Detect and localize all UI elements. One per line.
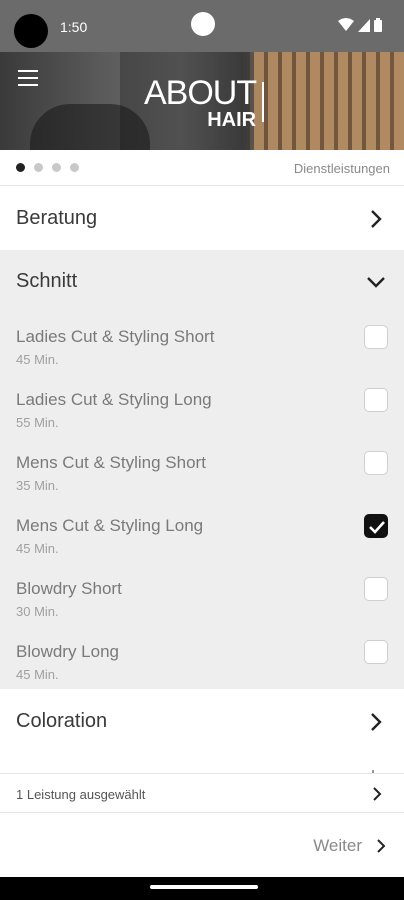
system-nav-bar bbox=[0, 877, 404, 900]
chevron-right-icon bbox=[371, 210, 382, 228]
list-continuation bbox=[0, 752, 404, 774]
checkmark-icon bbox=[369, 521, 385, 534]
chevron-right-icon bbox=[377, 839, 386, 853]
brand-logo: ABOUT HAIR bbox=[144, 74, 257, 131]
hamburger-icon[interactable] bbox=[18, 70, 38, 86]
category-schnitt[interactable]: Schnitt bbox=[0, 250, 404, 313]
category-label: Coloration bbox=[16, 710, 108, 732]
service-item[interactable]: Mens Cut & Styling Long 45 Min. bbox=[0, 502, 404, 565]
status-icons bbox=[338, 17, 382, 33]
home-indicator[interactable] bbox=[150, 885, 258, 889]
next-label: Weiter bbox=[313, 836, 362, 855]
service-duration: 45 Min. bbox=[16, 352, 59, 367]
service-checkbox-checked[interactable] bbox=[364, 514, 388, 538]
service-checkbox[interactable] bbox=[364, 577, 388, 601]
service-item[interactable]: Ladies Cut & Styling Short 45 Min. bbox=[0, 313, 404, 376]
next-bar: Weiter bbox=[0, 813, 404, 877]
category-coloration[interactable]: Coloration bbox=[0, 690, 404, 753]
service-item[interactable]: Blowdry Short 30 Min. bbox=[0, 565, 404, 628]
category-label: Beratung bbox=[16, 207, 98, 229]
step-label: Dienstleistungen bbox=[293, 161, 390, 176]
service-name: Mens Cut & Styling Short bbox=[16, 453, 206, 472]
header-banner: ABOUT HAIR bbox=[0, 52, 404, 150]
scroll-hint bbox=[372, 770, 374, 773]
category-beratung[interactable]: Beratung bbox=[0, 187, 404, 250]
notification-dot bbox=[191, 12, 215, 36]
chevron-down-icon bbox=[367, 277, 385, 288]
battery-icon bbox=[374, 18, 382, 32]
step-dot-3 bbox=[52, 163, 61, 172]
step-indicator: Dienstleistungen bbox=[0, 150, 404, 186]
selection-summary-text: 1 Leistung ausgewählt bbox=[16, 787, 146, 802]
service-item[interactable]: Mens Cut & Styling Short 35 Min. bbox=[0, 439, 404, 502]
step-dot-4 bbox=[70, 163, 79, 172]
step-dot-2 bbox=[34, 163, 43, 172]
logo-divider bbox=[262, 82, 264, 122]
service-name: Mens Cut & Styling Long bbox=[16, 516, 204, 535]
next-button[interactable]: Weiter bbox=[313, 835, 386, 857]
logo-about: ABOUT bbox=[144, 74, 257, 112]
service-duration: 30 Min. bbox=[16, 604, 59, 619]
signal-icon bbox=[358, 18, 370, 32]
chevron-right-icon bbox=[371, 713, 382, 731]
service-item[interactable]: Ladies Cut & Styling Long 55 Min. bbox=[0, 376, 404, 439]
category-schnitt-panel: Schnitt Ladies Cut & Styling Short 45 Mi… bbox=[0, 250, 404, 689]
service-checkbox[interactable] bbox=[364, 640, 388, 664]
chevron-right-icon bbox=[373, 787, 382, 801]
service-name: Blowdry Long bbox=[16, 642, 120, 661]
service-item[interactable]: Blowdry Long 45 Min. bbox=[0, 628, 404, 691]
service-checkbox[interactable] bbox=[364, 325, 388, 349]
service-name: Blowdry Short bbox=[16, 579, 122, 598]
banner-photo-wall bbox=[254, 52, 404, 150]
service-duration: 45 Min. bbox=[16, 667, 59, 682]
service-checkbox[interactable] bbox=[364, 388, 388, 412]
service-duration: 55 Min. bbox=[16, 415, 59, 430]
app-screen: 1:50 ABOUT HAIR Dienstleistungen Beratun… bbox=[0, 0, 404, 900]
camera-cutout bbox=[14, 14, 48, 48]
service-checkbox[interactable] bbox=[364, 451, 388, 475]
service-name: Ladies Cut & Styling Short bbox=[16, 327, 215, 346]
selection-summary[interactable]: 1 Leistung ausgewählt bbox=[0, 775, 404, 813]
service-duration: 45 Min. bbox=[16, 541, 59, 556]
service-name: Ladies Cut & Styling Long bbox=[16, 390, 212, 409]
step-dot-1 bbox=[16, 163, 25, 172]
category-label: Schnitt bbox=[16, 270, 78, 292]
service-duration: 35 Min. bbox=[16, 478, 59, 493]
banner-photo-chair bbox=[30, 104, 150, 150]
status-bar: 1:50 bbox=[0, 0, 404, 52]
status-time: 1:50 bbox=[60, 19, 88, 35]
wifi-icon bbox=[338, 18, 354, 31]
logo-hair: HAIR bbox=[207, 109, 257, 131]
